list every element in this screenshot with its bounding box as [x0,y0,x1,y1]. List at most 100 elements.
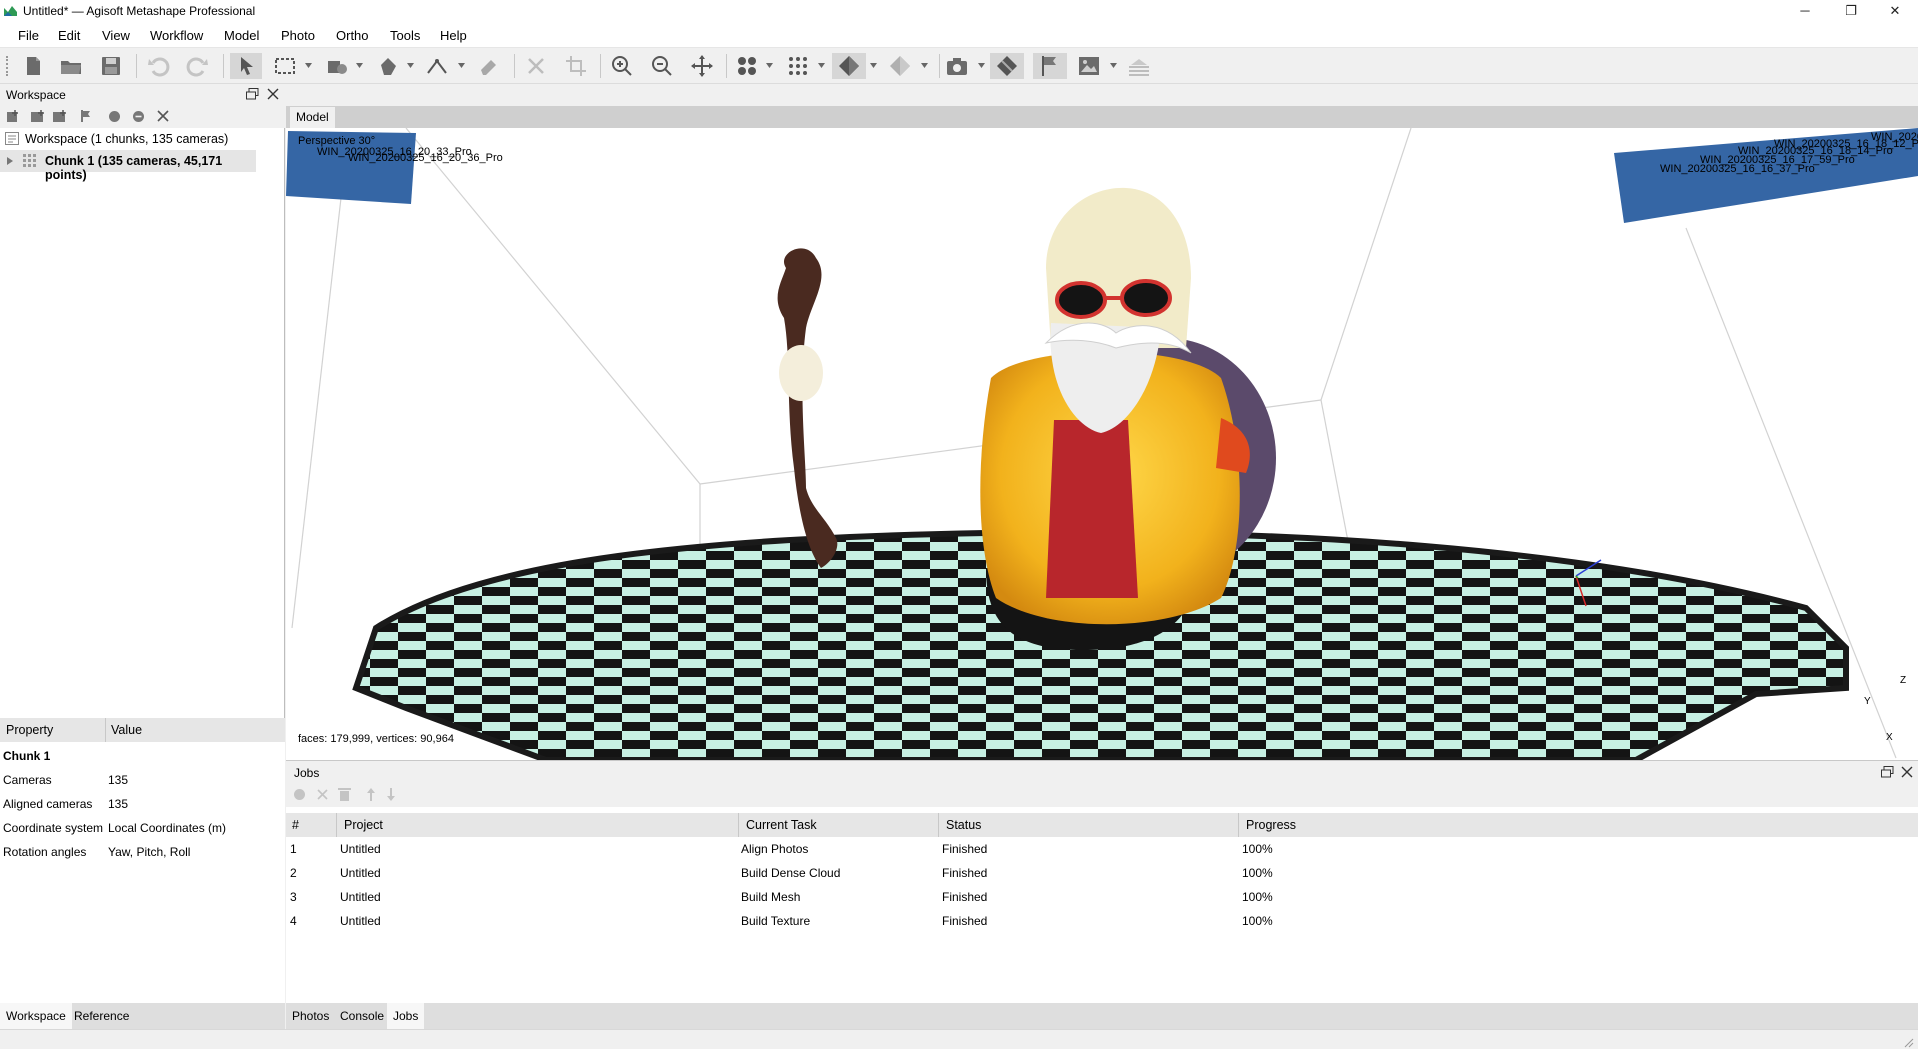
open-folder-icon[interactable] [58,53,84,79]
markers-icon[interactable] [1033,53,1067,79]
column-header-status[interactable]: Status [946,818,981,832]
ruler-icon[interactable] [424,53,450,79]
add-photos-icon[interactable] [30,109,46,123]
column-header-current-task[interactable]: Current Task [746,818,817,832]
rectangle-selection-icon[interactable] [272,53,298,79]
property-row[interactable]: Cameras 135 [0,768,285,792]
menu-photo[interactable]: Photo [281,28,315,43]
column-divider[interactable] [336,813,337,837]
navigation-arrow-icon[interactable] [230,53,262,79]
dem-icon[interactable] [1126,53,1152,79]
texture-model-icon[interactable] [990,53,1024,79]
property-column-header[interactable]: Property [6,723,53,737]
menu-ortho[interactable]: Ortho [336,28,369,43]
model-shaded-icon[interactable] [887,53,913,79]
chevron-down-icon[interactable] [818,63,825,68]
add-marker-icon[interactable] [78,109,92,123]
tab-console[interactable]: Console [334,1003,390,1029]
chevron-down-icon[interactable] [1110,63,1117,68]
tab-model[interactable]: Model [290,107,335,128]
column-header-project[interactable]: Project [344,818,383,832]
column-header-number[interactable]: # [292,818,299,832]
property-section-row[interactable]: Chunk 1 [0,744,285,768]
float-panel-icon[interactable] [246,88,259,100]
add-folder-icon[interactable] [52,109,68,123]
property-row[interactable]: Aligned cameras 135 [0,792,285,816]
float-panel-icon[interactable] [1881,766,1894,778]
menu-model[interactable]: Model [224,28,259,43]
menu-help[interactable]: Help [440,28,467,43]
close-panel-icon[interactable] [1901,766,1913,778]
new-document-icon[interactable] [20,53,46,79]
column-divider[interactable] [938,813,939,837]
resize-grip-icon[interactable] [1902,1036,1914,1048]
reset-view-icon[interactable] [689,53,715,79]
orthomosaic-icon[interactable] [1076,53,1102,79]
minimize-button[interactable]: ─ [1782,0,1828,22]
property-row[interactable]: Rotation angles Yaw, Pitch, Roll [0,840,285,864]
job-row[interactable]: 3 Untitled Build Mesh Finished 100% [286,885,1918,909]
menu-view[interactable]: View [102,28,130,43]
tab-workspace[interactable]: Workspace [0,1003,72,1029]
column-header-progress[interactable]: Progress [1246,818,1296,832]
chevron-down-icon[interactable] [458,63,465,68]
add-chunk-icon[interactable] [6,109,20,123]
disable-icon[interactable] [132,110,145,123]
start-job-icon[interactable] [293,788,306,801]
property-row[interactable]: Coordinate system Local Coordinates (m) [0,816,285,840]
property-name: Coordinate system [3,821,104,835]
chevron-down-icon[interactable] [305,63,312,68]
chevron-down-icon[interactable] [407,63,414,68]
chevron-down-icon[interactable] [766,63,773,68]
draw-shape-icon[interactable] [324,53,350,79]
column-divider[interactable] [1238,813,1239,837]
cancel-job-icon[interactable] [317,789,328,800]
menu-edit[interactable]: Edit [58,28,80,43]
expand-arrow-icon[interactable] [7,157,13,165]
model-solid-icon[interactable] [832,53,866,79]
close-window-button[interactable]: ✕ [1872,0,1918,22]
chevron-down-icon[interactable] [978,63,985,68]
eraser-icon[interactable] [475,53,501,79]
restore-button[interactable]: ❐ [1828,0,1874,22]
model-scene[interactable] [286,128,1918,760]
chevron-down-icon[interactable] [921,63,928,68]
toolbar-grip[interactable] [6,56,10,76]
crop-icon[interactable] [563,53,589,79]
move-up-icon[interactable] [366,787,376,802]
zoom-in-icon[interactable] [609,53,635,79]
job-row[interactable]: 4 Untitled Build Texture Finished 100% [286,909,1918,933]
chevron-down-icon[interactable] [356,63,363,68]
close-panel-icon[interactable] [267,88,279,100]
remove-item-icon[interactable] [157,110,169,122]
value-column-header[interactable]: Value [111,723,142,737]
job-row[interactable]: 1 Untitled Align Photos Finished 100% [286,837,1918,861]
menu-workflow[interactable]: Workflow [150,28,203,43]
redo-icon[interactable] [185,53,211,79]
trash-icon[interactable] [338,787,351,802]
tab-photos[interactable]: Photos [286,1003,335,1029]
column-divider[interactable] [738,813,739,837]
show-cameras-icon[interactable] [734,53,760,79]
job-row[interactable]: 2 Untitled Build Dense Cloud Finished 10… [286,861,1918,885]
show-points-icon[interactable] [785,53,811,79]
tree-row-workspace[interactable]: Workspace (1 chunks, 135 cameras) [0,128,285,150]
workspace-root-label: Workspace (1 chunks, 135 cameras) [25,132,229,146]
tab-jobs[interactable]: Jobs [387,1003,425,1029]
menu-tools[interactable]: Tools [390,28,420,43]
move-down-icon[interactable] [386,787,396,802]
delete-selection-icon[interactable] [523,53,549,79]
menu-file[interactable]: File [18,28,39,43]
tree-row-chunk[interactable]: Chunk 1 (135 cameras, 45,171 points) [0,150,256,182]
model-viewport[interactable]: Perspective 30° WIN_20200325_16_20_33_Pr… [286,128,1918,760]
chevron-down-icon[interactable] [870,63,877,68]
enable-icon[interactable] [108,110,121,123]
draw-polygon-icon[interactable] [375,53,401,79]
capture-view-icon[interactable] [944,53,970,79]
undo-icon[interactable] [145,53,171,79]
zoom-out-icon[interactable] [649,53,675,79]
column-divider[interactable] [105,718,106,742]
job-task: Build Dense Cloud [741,866,841,880]
save-icon[interactable] [98,53,124,79]
tab-reference[interactable]: Reference [68,1003,135,1029]
